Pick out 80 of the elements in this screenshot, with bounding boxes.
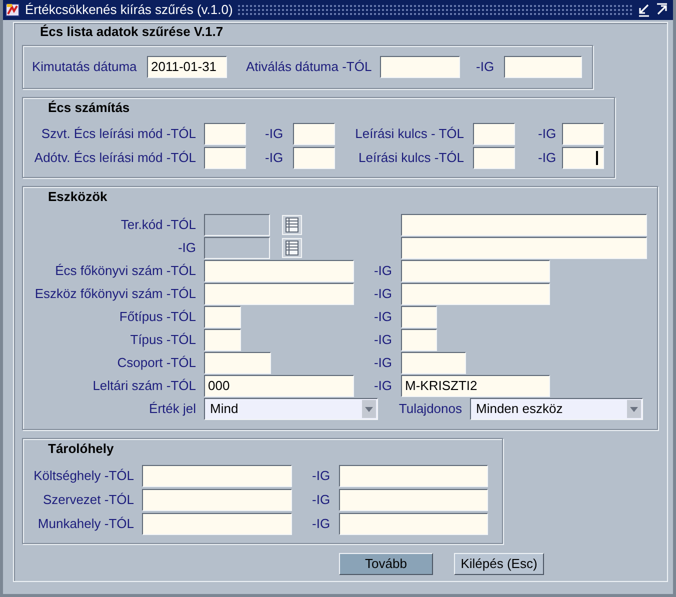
field-label: -IG (372, 308, 393, 326)
input-field[interactable] (204, 147, 246, 169)
field-label: -IG (176, 238, 197, 257)
field-label: Leltári szám -TÓL (92, 376, 197, 395)
action-button[interactable]: Tovább (339, 553, 433, 575)
input-field[interactable] (401, 352, 466, 374)
list-icon[interactable] (282, 238, 302, 258)
input-field[interactable] (293, 147, 335, 169)
input-field[interactable] (204, 260, 354, 282)
field-label: -IG (372, 330, 393, 349)
field-label: -IG (537, 125, 558, 144)
input-field[interactable] (504, 56, 582, 78)
window-title: Értékcsökkenés kiírás szűrés (v.1.0) (25, 1, 233, 20)
field-label: -IG (372, 284, 393, 303)
field-label: -IG (311, 491, 332, 510)
section-title: Eszközök (48, 189, 108, 205)
field-label: -IG (311, 515, 332, 534)
field-label: Szvt. Écs leírási mód -TÓL (40, 125, 197, 144)
field-label: Szervezet -TÓL (42, 491, 135, 510)
section-title: Tárolóhely (48, 441, 114, 457)
field-label: Leírási kulcs -TÓL (358, 149, 465, 168)
input-field[interactable] (401, 282, 550, 304)
input-field[interactable] (339, 489, 488, 511)
action-button[interactable]: Kilépés (Esc) (454, 553, 544, 575)
field-label: Écs főkönyvi szám -TÓL (54, 262, 197, 280)
field-label: Csoport -TÓL (116, 354, 197, 372)
input-field[interactable] (401, 236, 647, 258)
input-field[interactable] (401, 214, 647, 236)
form-title: Écs lista adatok szűrése V.1.7 (40, 24, 224, 40)
caret-icon (362, 400, 376, 418)
input-field[interactable] (473, 147, 515, 169)
input-field[interactable] (142, 513, 292, 535)
field-label: Ativálás dátuma -TÓL (245, 58, 373, 76)
field-label: -IG (311, 467, 332, 486)
field-label: Ter.kód -TÓL (120, 216, 197, 234)
caret-icon (627, 400, 641, 418)
input-field[interactable] (339, 465, 488, 487)
input-field[interactable] (401, 260, 550, 282)
input-field[interactable] (380, 56, 460, 78)
dropdown[interactable]: Mind (204, 398, 378, 420)
dropdown[interactable]: Minden eszköz (470, 398, 643, 420)
input-field[interactable] (562, 123, 604, 145)
app-icon (5, 2, 21, 18)
field-label: Tulajdonos (398, 400, 463, 418)
maximize-icon[interactable] (655, 3, 669, 17)
field-label: Eszköz főkönyvi szám -TÓL (34, 284, 197, 303)
field-label: Adótv. Écs leírási mód -TÓL (33, 149, 197, 168)
field-label: -IG (264, 125, 284, 144)
input-field[interactable] (339, 513, 488, 535)
input-field[interactable] (204, 282, 354, 304)
list-icon[interactable] (282, 214, 302, 234)
input-field[interactable]: M-KRISZTI2 (401, 374, 550, 396)
field-label: -IG (264, 149, 284, 168)
input-field[interactable] (473, 123, 515, 145)
input-field[interactable] (204, 123, 246, 145)
input-field[interactable] (562, 147, 604, 169)
field-label: Típus -TÓL (129, 330, 197, 349)
input-field[interactable] (293, 123, 335, 145)
input-field[interactable] (204, 352, 271, 374)
input-field[interactable] (401, 306, 437, 328)
input-field[interactable]: 000 (204, 374, 354, 396)
field-label: Érték jel (148, 400, 197, 418)
field-label: Munkahely -TÓL (36, 515, 135, 534)
input-field[interactable] (142, 489, 292, 511)
field-label: -IG (372, 376, 393, 395)
input-field[interactable] (401, 328, 437, 350)
minimize-icon[interactable] (637, 3, 651, 17)
input-field[interactable] (142, 465, 292, 487)
field-label: Leírási kulcs - TÓL (354, 125, 465, 144)
input-field[interactable] (204, 328, 241, 350)
field-label: -IG (372, 354, 393, 372)
field-label: Főtípus -TÓL (118, 308, 197, 326)
field-label: -IG (537, 149, 558, 168)
field-label: Kimutatás dátuma (31, 58, 138, 76)
field-label: Költséghely -TÓL (32, 467, 135, 486)
field-label: -IG (372, 262, 393, 280)
input-field[interactable]: 2011-01-31 (147, 56, 227, 78)
section-title: Écs számítás (48, 100, 130, 116)
input-field[interactable] (204, 306, 241, 328)
field-label: -IG (475, 58, 496, 76)
